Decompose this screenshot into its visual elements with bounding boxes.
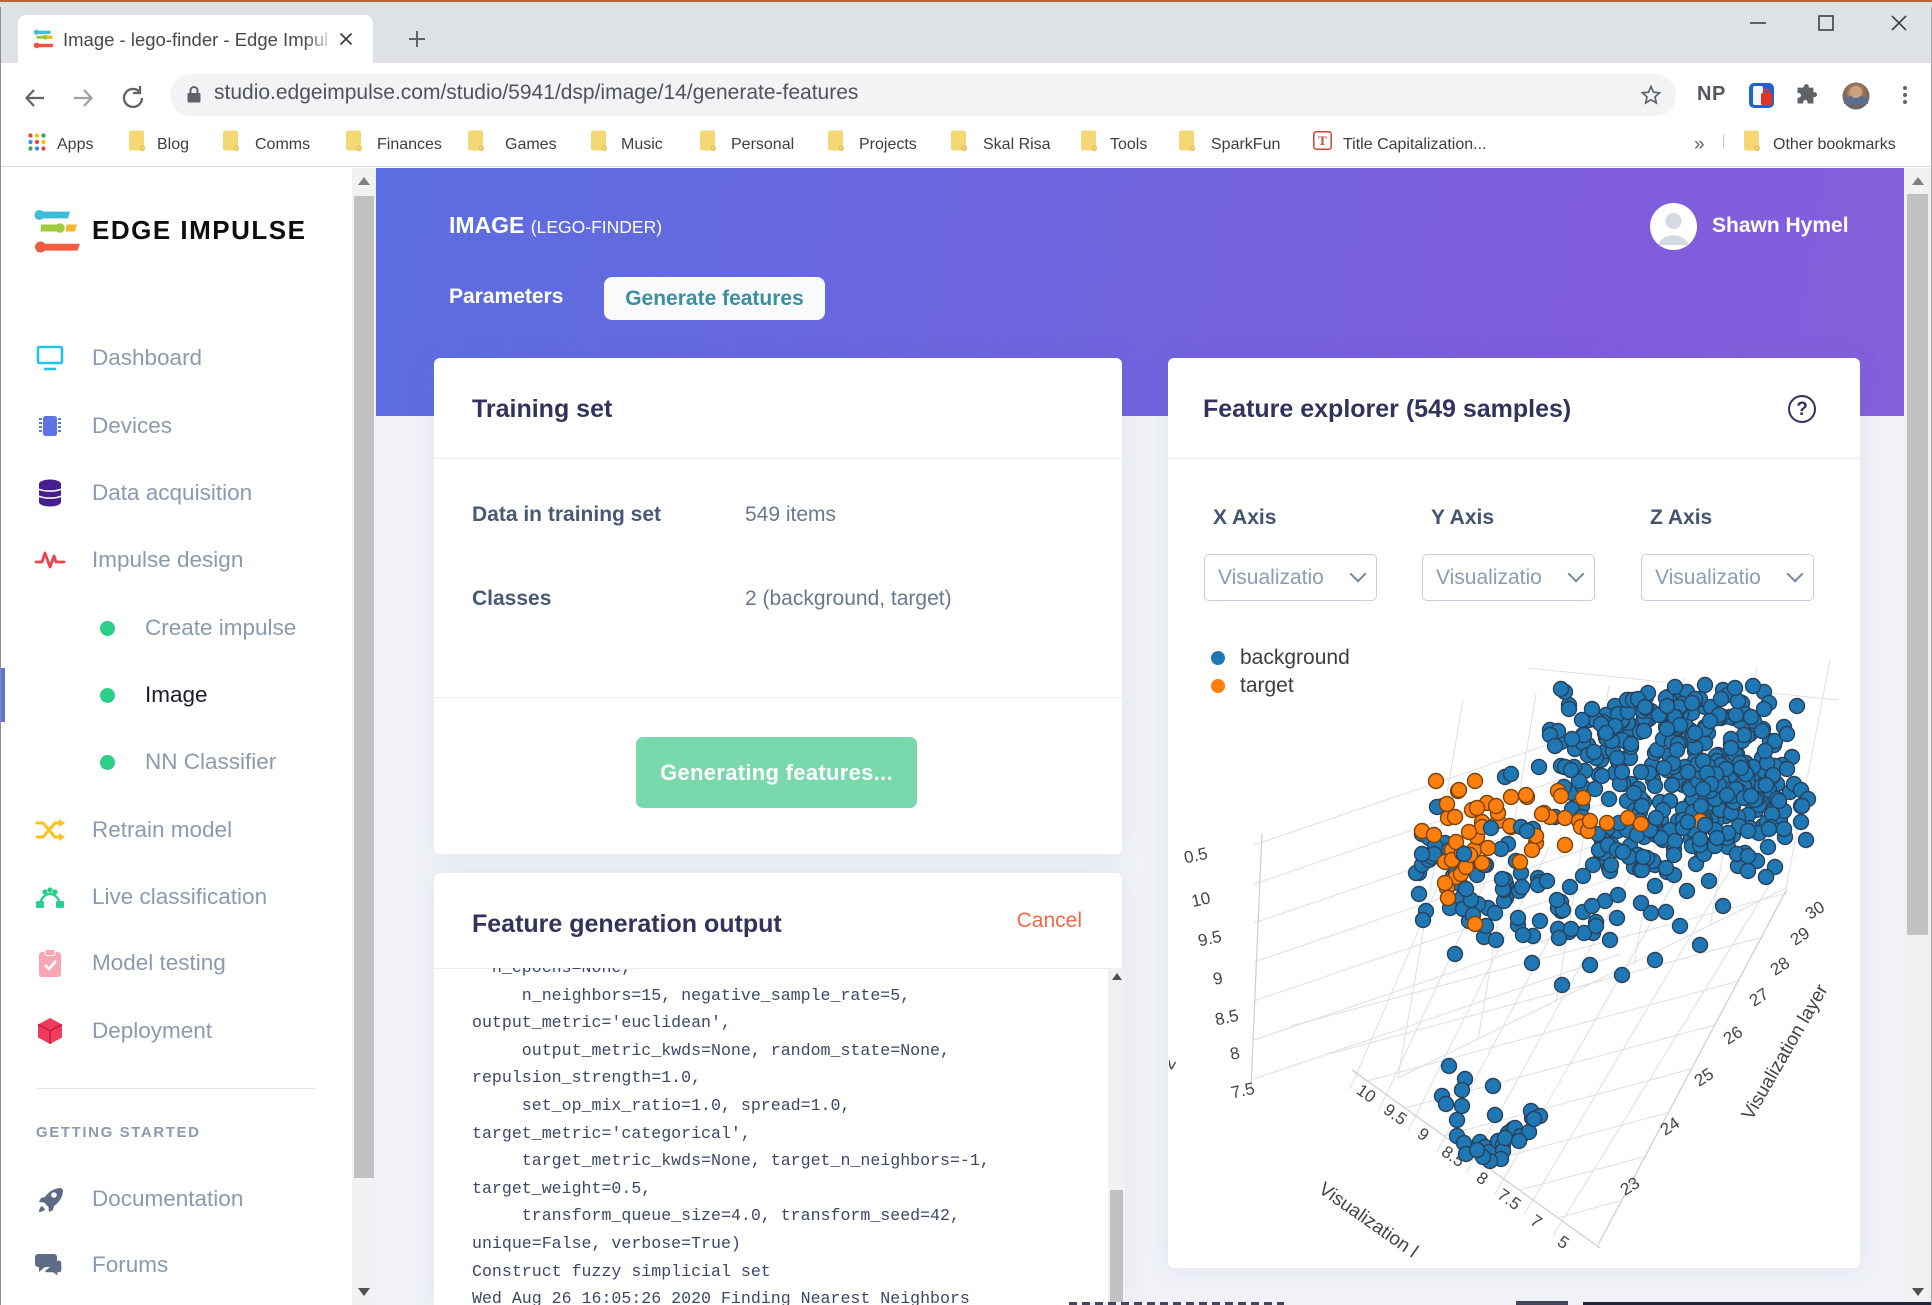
svg-text:T: T xyxy=(1318,133,1327,148)
